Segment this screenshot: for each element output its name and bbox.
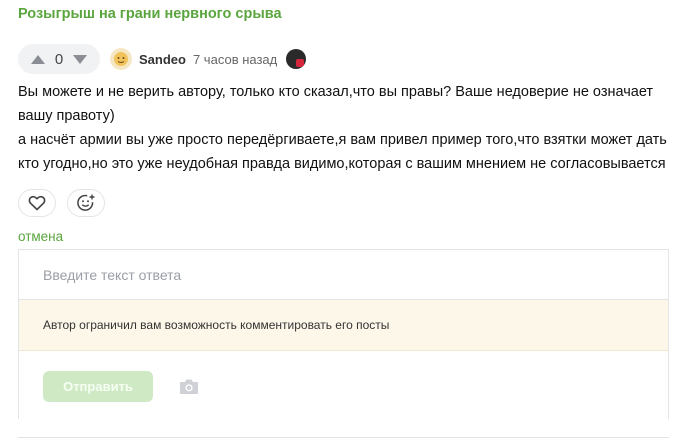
camera-icon — [180, 379, 198, 394]
reply-input[interactable] — [19, 250, 668, 300]
reply-footer: Отправить — [19, 351, 668, 419]
arrow-up-icon[interactable] — [30, 54, 45, 64]
badge-heart-icon — [296, 59, 305, 67]
vote-box: 0 — [18, 44, 100, 74]
heart-icon — [28, 195, 46, 211]
comment-paragraph: Вы можете и не верить автору, только кто… — [18, 84, 654, 124]
avatar-face-icon — [114, 52, 128, 66]
comment-author[interactable]: Sandeo — [139, 52, 186, 67]
attach-photo-button[interactable] — [179, 378, 199, 400]
comment-paragraph: а насчёт армии вы уже просто передёргива… — [18, 132, 667, 172]
post-title[interactable]: Розыгрыш на грани нервного срыва — [18, 6, 282, 22]
divider — [18, 437, 669, 438]
comment-time[interactable]: 7 часов назад — [193, 52, 277, 67]
like-button[interactable] — [18, 189, 56, 217]
add-reaction-button[interactable] — [67, 189, 105, 217]
user-badge-icon[interactable] — [286, 49, 307, 69]
comment-rating: 0 — [54, 50, 64, 68]
smiley-add-icon — [77, 194, 95, 211]
avatar[interactable] — [110, 48, 132, 70]
send-button[interactable]: Отправить — [43, 371, 153, 402]
arrow-down-icon[interactable] — [73, 54, 88, 64]
reply-form: Автор ограничил вам возможность комменти… — [18, 249, 669, 419]
comment-body: Вы можете и не верить автору, только кто… — [18, 80, 668, 176]
cancel-link[interactable]: отмена — [18, 229, 63, 244]
comment-header: 0 Sandeo 7 часов назад — [18, 44, 307, 74]
restriction-notice: Автор ограничил вам возможность комменти… — [19, 300, 668, 351]
